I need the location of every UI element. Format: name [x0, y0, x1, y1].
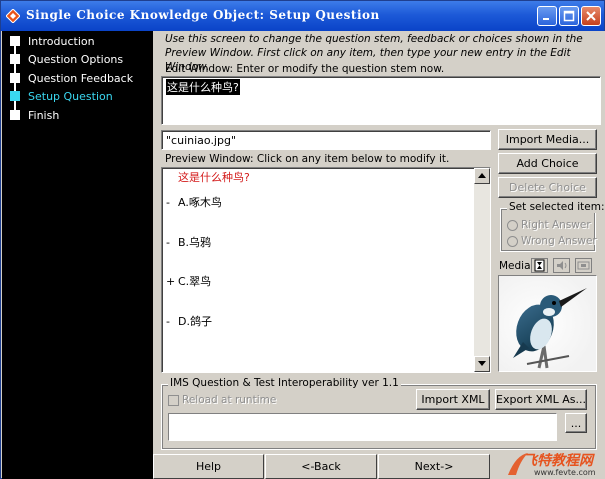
choice-mark: + [166, 275, 176, 288]
close-icon [586, 11, 596, 21]
ims-group: IMS Question & Test Interoperability ver… [161, 377, 597, 450]
arrow-down-icon [478, 361, 486, 366]
preview-scrollbar[interactable] [474, 168, 490, 372]
sidebar-item-setup-question[interactable]: Setup Question [10, 88, 113, 104]
media-preview [498, 275, 597, 372]
help-button[interactable]: Help [153, 454, 264, 479]
sidebar-item-label: Question Feedback [28, 71, 134, 85]
sidebar-item-introduction[interactable]: Introduction [10, 33, 95, 49]
import-media-button[interactable]: Import Media... [498, 129, 597, 150]
ims-title: IMS Question & Test Interoperability ver… [168, 377, 401, 389]
edit-window-value: 这是什么种鸟? [166, 79, 240, 95]
right-answer-label: Right Answer [521, 219, 591, 231]
sidebar-item-question-feedback[interactable]: Question Feedback [10, 70, 133, 86]
window-title: Single Choice Knowledge Object: Setup Qu… [26, 8, 380, 22]
maximize-button[interactable] [559, 6, 579, 26]
close-button[interactable] [581, 6, 601, 26]
choice-label: C.翠鸟 [178, 275, 212, 288]
arrow-up-icon [478, 173, 486, 178]
reload-checkbox[interactable]: Reload at runtime [168, 394, 276, 406]
choice-label: A.啄木鸟 [178, 196, 222, 209]
sidebar-item-label: Finish [28, 108, 60, 122]
radio-icon [507, 235, 518, 247]
choice-label: D.鸽子 [178, 315, 212, 328]
right-answer-radio[interactable]: Right Answer [507, 219, 591, 231]
add-choice-button[interactable]: Add Choice [498, 153, 597, 174]
media-sound-button[interactable] [553, 258, 570, 273]
step-marker-icon [10, 73, 20, 83]
step-marker-icon [10, 54, 20, 64]
sidebar-item-question-options[interactable]: Question Options [10, 51, 123, 67]
sidebar-item-label: Setup Question [28, 89, 113, 103]
checkbox-icon [168, 394, 179, 406]
step-marker-icon [10, 91, 20, 101]
browse-button[interactable]: ... [565, 413, 587, 433]
next-button[interactable]: Next-> [378, 454, 490, 479]
media-video-button[interactable] [575, 258, 592, 273]
maximize-icon [563, 10, 575, 22]
preview-choice-d[interactable]: - D.鸽子 [166, 313, 212, 329]
film-icon [577, 261, 590, 270]
import-xml-button[interactable]: Import XML [416, 389, 490, 410]
set-selected-group: Set selected item: Right Answer Wrong An… [500, 201, 605, 252]
preview-choice-c[interactable]: + C.翠鸟 [166, 273, 211, 289]
preview-window-label: Preview Window: Click on any item below … [165, 153, 450, 165]
xml-path-field[interactable] [168, 413, 557, 441]
edit-window[interactable]: 这是什么种鸟? [161, 76, 601, 125]
preview-choice-b[interactable]: - B.乌鸦 [166, 234, 211, 250]
sidebar-item-finish[interactable]: Finish [10, 107, 59, 123]
scroll-up-button[interactable] [474, 168, 490, 184]
diamond-app-icon [6, 9, 20, 23]
watermark-text: 飞特教程网 [523, 453, 593, 469]
preview-choice-a[interactable]: - A.啄木鸟 [166, 194, 222, 210]
scroll-down-button[interactable] [474, 356, 490, 372]
choice-mark: - [166, 315, 170, 328]
edit-window-label: Edit Window: Enter or modify the questio… [165, 63, 445, 75]
kingfisher-image [499, 276, 596, 371]
hourglass-icon [534, 259, 545, 272]
set-selected-title: Set selected item: [507, 201, 605, 213]
wrong-answer-label: Wrong Answer [521, 235, 597, 247]
export-xml-button[interactable]: Export XML As... [495, 389, 587, 410]
media-label: Media: [499, 260, 535, 272]
back-button[interactable]: <-Back [265, 454, 377, 479]
wizard-sidebar: Introduction Question Options Question F… [2, 31, 153, 479]
delete-choice-button[interactable]: Delete Choice [498, 177, 597, 198]
step-marker-icon [10, 36, 20, 46]
preview-question[interactable]: 这是什么种鸟? [178, 169, 250, 185]
title-bar: Single Choice Knowledge Object: Setup Qu… [1, 1, 604, 31]
media-file-field[interactable]: "cuiniao.jpg" [161, 130, 491, 150]
minimize-icon [543, 18, 549, 20]
media-type-button[interactable] [531, 258, 548, 273]
app-window: Single Choice Knowledge Object: Setup Qu… [0, 0, 605, 479]
watermark-url: www.fevte.com [534, 468, 596, 477]
radio-icon [507, 219, 518, 231]
preview-window[interactable]: 这是什么种鸟? - A.啄木鸟 - B.乌鸦 + C.翠鸟 - D.鸽子 [161, 167, 491, 373]
choice-mark: - [166, 236, 170, 249]
wrong-answer-radio[interactable]: Wrong Answer [507, 235, 597, 247]
sidebar-item-label: Introduction [28, 34, 95, 48]
step-marker-icon [10, 110, 20, 120]
minimize-button[interactable] [537, 6, 557, 26]
choice-mark: - [166, 196, 170, 209]
choice-label: B.乌鸦 [178, 236, 212, 249]
media-file-value: "cuiniao.jpg" [166, 134, 237, 147]
sidebar-item-label: Question Options [28, 52, 124, 66]
main-panel: Use this screen to change the question s… [153, 31, 605, 479]
reload-label: Reload at runtime [182, 394, 277, 406]
sound-icon [557, 261, 567, 270]
